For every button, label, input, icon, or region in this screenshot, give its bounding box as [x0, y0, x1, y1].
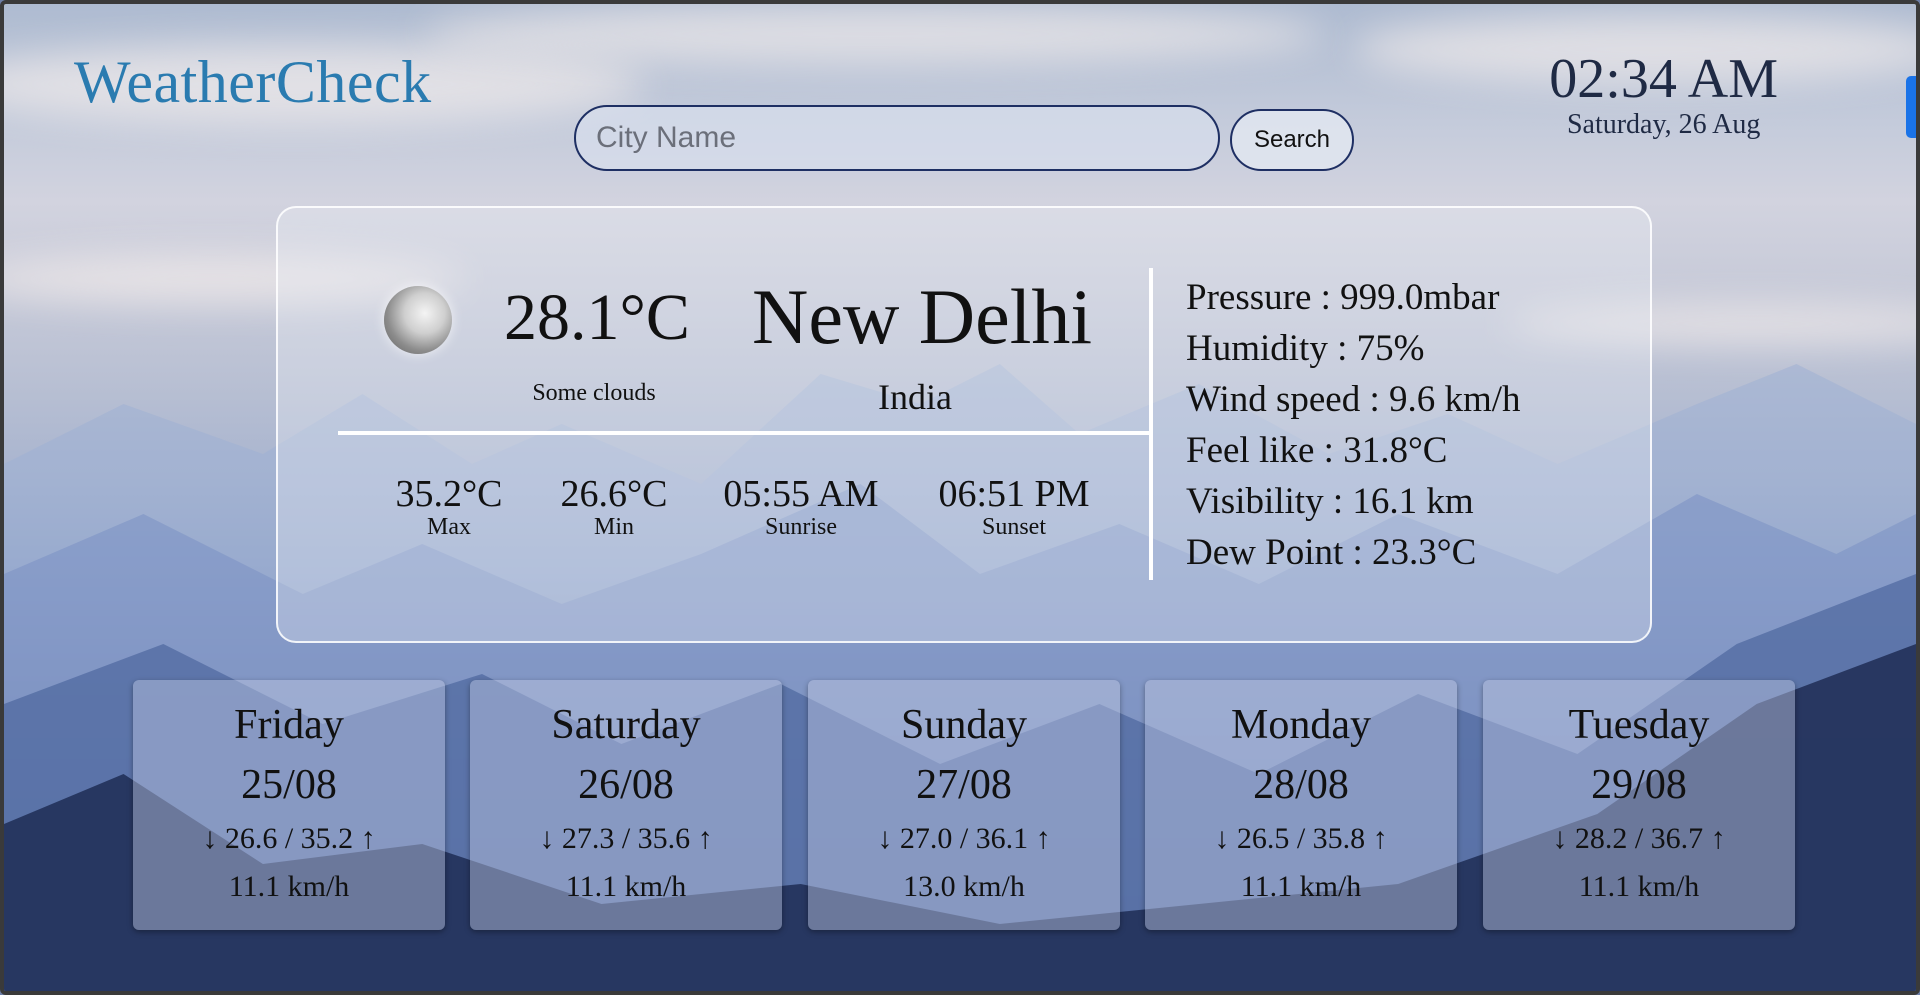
stat-sunset: 06:51 PM Sunset: [929, 474, 1099, 540]
forecast-card: Monday 28/08 ↓ 26.5 / 35.8 ↑ 11.1 km/h: [1145, 680, 1457, 930]
forecast-date: 26/08: [578, 762, 674, 808]
forecast-card: Friday 25/08 ↓ 26.6 / 35.2 ↑ 11.1 km/h: [133, 680, 445, 930]
stat-value: 06:51 PM: [938, 473, 1090, 515]
forecast-card: Tuesday 29/08 ↓ 28.2 / 36.7 ↑ 11.1 km/h: [1483, 680, 1795, 930]
stat-label: Max: [427, 514, 471, 540]
forecast-wind: 13.0 km/h: [903, 870, 1025, 903]
forecast-wind: 11.1 km/h: [1578, 870, 1700, 903]
stat-value: 35.2°C: [395, 473, 503, 515]
search-button[interactable]: Search: [1230, 109, 1354, 171]
forecast-date: 28/08: [1253, 762, 1349, 808]
forecast-wind: 11.1 km/h: [565, 870, 687, 903]
stat-min: 26.6°C Min: [554, 474, 674, 540]
clock: 02:34 AM Saturday, 26 Aug: [1549, 48, 1778, 140]
vertical-divider: [1149, 268, 1153, 580]
forecast-wind: 11.1 km/h: [1240, 870, 1362, 903]
clock-date: Saturday, 26 Aug: [1566, 109, 1761, 140]
stat-value: 26.6°C: [560, 473, 668, 515]
forecast-day: Tuesday: [1568, 702, 1710, 748]
horizontal-divider: [338, 431, 1150, 435]
forecast-temp-range: ↓ 27.0 / 36.1 ↑: [877, 822, 1051, 855]
forecast-day: Monday: [1231, 702, 1371, 748]
stat-label: Min: [593, 514, 634, 540]
moon-clouds-icon: [384, 286, 452, 354]
scrollbar-thumb[interactable]: [1906, 76, 1916, 138]
forecast-day: Friday: [234, 702, 344, 748]
weather-description: Some clouds: [532, 380, 656, 406]
forecast-card: Saturday 26/08 ↓ 27.3 / 35.6 ↑ 11.1 km/h: [470, 680, 782, 930]
country-name: India: [878, 377, 952, 417]
forecast-temp-range: ↓ 27.3 / 35.6 ↑: [539, 822, 713, 855]
app-logo: WeatherCheck: [74, 49, 432, 115]
forecast-temp-range: ↓ 26.5 / 35.8 ↑: [1214, 822, 1388, 855]
detail-wind-speed: Wind speed : 9.6 km/h: [1186, 379, 1521, 420]
forecast-wind: 11.1 km/h: [228, 870, 350, 903]
forecast-date: 29/08: [1591, 762, 1687, 808]
forecast-temp-range: ↓ 26.6 / 35.2 ↑: [202, 822, 376, 855]
background-cloud: [424, 4, 1324, 64]
stat-max: 35.2°C Max: [389, 474, 509, 540]
forecast-date: 27/08: [916, 762, 1012, 808]
stat-value: 05:55 AM: [723, 473, 879, 515]
weather-details: Pressure : 999.0mbar Humidity : 75% Wind…: [1186, 272, 1521, 578]
stat-label: Sunset: [981, 514, 1046, 540]
detail-dew-point: Dew Point : 23.3°C: [1186, 532, 1477, 573]
app-window: WeatherCheck 02:34 AM Saturday, 26 Aug S…: [0, 0, 1920, 995]
stat-label: Sunrise: [765, 514, 837, 540]
forecast-temp-range: ↓ 28.2 / 36.7 ↑: [1552, 822, 1726, 855]
detail-feels-like: Feel like : 31.8°C: [1186, 430, 1448, 471]
city-search-input[interactable]: [574, 105, 1220, 171]
forecast-card: Sunday 27/08 ↓ 27.0 / 36.1 ↑ 13.0 km/h: [808, 680, 1120, 930]
forecast-date: 25/08: [241, 762, 337, 808]
forecast-day: Sunday: [901, 702, 1027, 748]
detail-humidity: Humidity : 75%: [1186, 328, 1425, 369]
detail-pressure: Pressure : 999.0mbar: [1186, 277, 1500, 318]
forecast-day: Saturday: [551, 702, 701, 748]
detail-visibility: Visibility : 16.1 km: [1186, 481, 1474, 522]
current-temperature: 28.1°C: [504, 281, 690, 354]
stat-sunrise: 05:55 AM Sunrise: [716, 474, 886, 540]
clock-time: 02:34 AM: [1549, 48, 1778, 110]
city-name: New Delhi: [752, 273, 1093, 360]
